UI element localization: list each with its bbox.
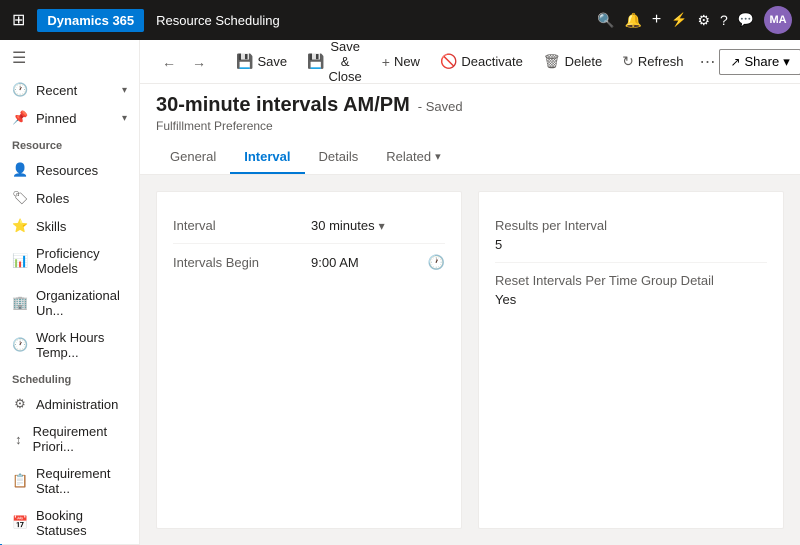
- save-close-icon: 💾: [307, 53, 324, 70]
- tab-related[interactable]: Related ▾: [372, 141, 454, 174]
- settings-icon[interactable]: ⚙: [697, 12, 710, 29]
- save-icon: 💾: [236, 53, 253, 70]
- command-bar: ← → 💾 Save 💾 Save & Close + New 🚫 Deacti…: [140, 40, 800, 84]
- workhours-icon: 🕐: [12, 337, 28, 353]
- resources-icon: 👤: [12, 162, 28, 178]
- save-button[interactable]: 💾 Save: [228, 49, 295, 74]
- req-status-icon: 📋: [12, 473, 28, 489]
- delete-button[interactable]: 🗑 Delete: [535, 49, 610, 74]
- share-button[interactable]: ↗ Share ▾: [719, 49, 800, 75]
- delete-icon: 🗑: [543, 53, 561, 70]
- org-icon: 🏢: [12, 295, 28, 311]
- sidebar: ☰ 🕐 Recent ▾ 📌 Pinned ▾ Resource 👤 Resou…: [0, 40, 140, 545]
- tab-details[interactable]: Details: [305, 141, 373, 174]
- refresh-button[interactable]: ↻ Refresh: [614, 49, 691, 74]
- app-name[interactable]: Dynamics 365: [37, 9, 144, 32]
- left-card: Interval 30 minutes ▾ Intervals Begin 9:…: [156, 191, 462, 529]
- sidebar-item-roles[interactable]: 🏷 Roles: [0, 184, 139, 212]
- results-per-interval-label: Results per Interval: [495, 218, 767, 233]
- interval-dropdown-arrow: ▾: [379, 219, 385, 233]
- hamburger-icon[interactable]: ☰: [0, 40, 139, 76]
- reset-intervals-row: Reset Intervals Per Time Group Detail Ye…: [495, 263, 767, 317]
- sidebar-item-resources[interactable]: 👤 Resources: [0, 156, 139, 184]
- more-icon[interactable]: ⋯: [699, 52, 715, 72]
- share-dropdown-icon: ▾: [783, 54, 790, 70]
- grid-icon[interactable]: ⊞: [8, 6, 29, 34]
- module-name: Resource Scheduling: [156, 13, 280, 28]
- proficiency-icon: 📊: [12, 253, 28, 269]
- clock-icon: 🕐: [428, 254, 445, 271]
- search-icon[interactable]: 🔍: [597, 12, 614, 29]
- help-icon[interactable]: ?: [720, 12, 728, 28]
- sidebar-item-pinned[interactable]: 📌 Pinned ▾: [0, 104, 139, 132]
- sidebar-item-skills[interactable]: ⭐ Skills: [0, 212, 139, 240]
- form-content: Interval 30 minutes ▾ Intervals Begin 9:…: [140, 175, 800, 545]
- plus-icon[interactable]: +: [652, 11, 661, 29]
- content-area: ← → 💾 Save 💾 Save & Close + New 🚫 Deacti…: [140, 40, 800, 545]
- new-icon: +: [382, 54, 390, 70]
- roles-icon: 🏷: [12, 190, 28, 206]
- results-per-interval-value: 5: [495, 237, 767, 252]
- back-button[interactable]: ←: [156, 50, 182, 74]
- scheduling-group-label: Scheduling: [0, 366, 139, 390]
- forward-button[interactable]: →: [186, 50, 212, 74]
- admin-icon: ⚙: [12, 396, 28, 412]
- sidebar-item-proficiency[interactable]: 📊 Proficiency Models: [0, 240, 139, 282]
- sidebar-item-booking[interactable]: 📅 Booking Statuses: [0, 502, 139, 544]
- sidebar-item-workhours[interactable]: 🕐 Work Hours Temp...: [0, 324, 139, 366]
- tab-bar: General Interval Details Related ▾: [156, 141, 784, 174]
- main-layout: ☰ 🕐 Recent ▾ 📌 Pinned ▾ Resource 👤 Resou…: [0, 40, 800, 545]
- top-nav: ⊞ Dynamics 365 Resource Scheduling 🔍 🔔 +…: [0, 0, 800, 40]
- avatar[interactable]: MA: [764, 6, 792, 34]
- page-subtitle: Fulfillment Preference: [156, 119, 784, 133]
- right-card: Results per Interval 5 Reset Intervals P…: [478, 191, 784, 529]
- save-close-button[interactable]: 💾 Save & Close: [299, 40, 370, 88]
- tab-general[interactable]: General: [156, 141, 230, 174]
- sidebar-item-recent[interactable]: 🕐 Recent ▾: [0, 76, 139, 104]
- interval-label: Interval: [173, 218, 303, 233]
- lightning-icon[interactable]: ⚡: [671, 12, 687, 28]
- skills-icon: ⭐: [12, 218, 28, 234]
- refresh-icon: ↻: [622, 53, 634, 70]
- page-header: 30-minute intervals AM/PM - Saved Fulfil…: [140, 84, 800, 175]
- intervals-begin-row: Intervals Begin 9:00 AM 🕐: [173, 244, 445, 281]
- sidebar-item-org[interactable]: 🏢 Organizational Un...: [0, 282, 139, 324]
- reset-intervals-value: Yes: [495, 292, 767, 307]
- resource-group-label: Resource: [0, 132, 139, 156]
- sidebar-item-req-status[interactable]: 📋 Requirement Stat...: [0, 460, 139, 502]
- interval-field-row: Interval 30 minutes ▾: [173, 208, 445, 244]
- related-dropdown-icon: ▾: [435, 150, 441, 163]
- saved-status: - Saved: [418, 99, 463, 114]
- pin-icon: 📌: [12, 110, 28, 126]
- tab-interval[interactable]: Interval: [230, 141, 304, 174]
- page-title: 30-minute intervals AM/PM: [156, 94, 410, 117]
- recent-icon: 🕐: [12, 82, 28, 98]
- new-button[interactable]: + New: [374, 50, 428, 74]
- interval-value[interactable]: 30 minutes ▾: [311, 218, 445, 233]
- req-priority-icon: ↕: [12, 432, 25, 447]
- deactivate-icon: 🚫: [440, 53, 457, 70]
- deactivate-button[interactable]: 🚫 Deactivate: [432, 49, 531, 74]
- notification-icon[interactable]: 🔔: [624, 12, 641, 29]
- chat-icon[interactable]: 💬: [738, 12, 754, 28]
- share-icon: ↗: [730, 55, 740, 69]
- booking-icon: 📅: [12, 515, 28, 531]
- results-per-interval-row: Results per Interval 5: [495, 208, 767, 263]
- sidebar-item-admin[interactable]: ⚙ Administration: [0, 390, 139, 418]
- intervals-begin-value[interactable]: 9:00 AM 🕐: [311, 254, 445, 271]
- reset-intervals-label: Reset Intervals Per Time Group Detail: [495, 273, 767, 288]
- sidebar-item-req-priority[interactable]: ↕ Requirement Priori...: [0, 418, 139, 460]
- intervals-begin-label: Intervals Begin: [173, 255, 303, 270]
